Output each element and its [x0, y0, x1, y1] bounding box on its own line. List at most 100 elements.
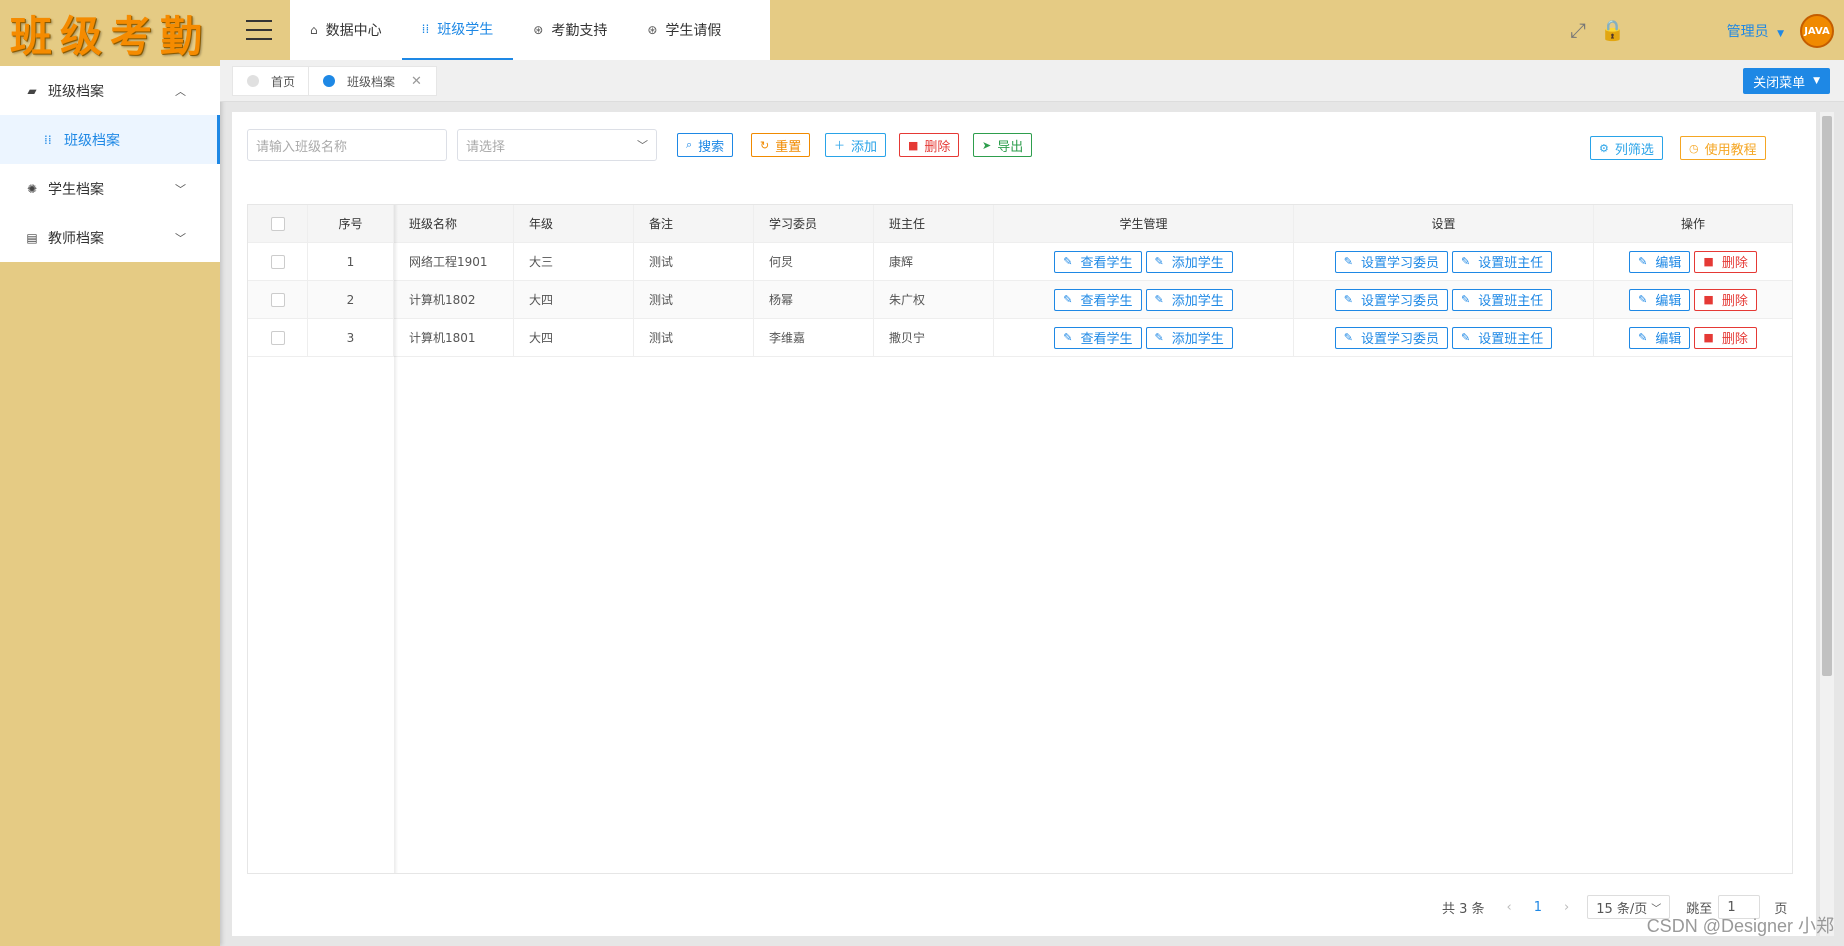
tag-class-archive[interactable]: 班级档案 ✕	[308, 66, 437, 96]
row-checkbox[interactable]	[270, 292, 285, 307]
search-icon: ⌕	[686, 138, 693, 151]
set-head-teacher-button[interactable]: ✎ 设置班主任	[1452, 288, 1553, 311]
cell-grade: 大四	[514, 319, 634, 356]
trash-icon: ■	[1703, 293, 1714, 306]
next-page-icon[interactable]: ›	[1564, 900, 1569, 915]
palette-icon: ✺	[26, 181, 38, 196]
button-label: 使用教程	[1704, 142, 1757, 158]
button-label: 重置	[775, 139, 802, 155]
delete-button[interactable]: ■ 删除	[899, 133, 960, 157]
button-label: 删除	[924, 139, 951, 155]
close-menu-button[interactable]: 关闭菜单 ▼	[1743, 68, 1830, 94]
table-header-row: 序号 班级名称 年级 备注 学习委员 班主任 学生管理 设置 操作	[248, 205, 1792, 243]
column-filter-button[interactable]: ⚙ 列筛选	[1590, 136, 1663, 160]
lock-icon[interactable]: 🔒	[1600, 18, 1625, 42]
caret-down-icon: ▼	[1813, 76, 1820, 86]
chevron-down-icon: ﹀	[175, 182, 186, 196]
tutorial-button[interactable]: ◷ 使用教程	[1680, 136, 1766, 160]
sidebar-item-class-archive[interactable]: ▰ 班级档案 ︿	[0, 66, 220, 115]
add-students-button[interactable]: ✎ 添加学生	[1145, 326, 1233, 349]
cell-settings: ✎ 设置学习委员 ✎ 设置班主任	[1294, 319, 1594, 356]
close-icon[interactable]: ✕	[411, 74, 422, 89]
set-study-rep-button[interactable]: ✎ 设置学习委员	[1334, 326, 1448, 349]
button-label: 添加学生	[1171, 294, 1224, 309]
set-head-teacher-button[interactable]: ✎ 设置班主任	[1452, 250, 1553, 273]
edit-icon: ✎	[1461, 255, 1471, 268]
tag-home[interactable]: 首页	[232, 66, 311, 96]
cell-settings: ✎ 设置学习委员 ✎ 设置班主任	[1294, 243, 1594, 280]
set-study-rep-button[interactable]: ✎ 设置学习委员	[1334, 250, 1448, 273]
main-scrollbar[interactable]	[1820, 112, 1834, 936]
cell-head-teacher: 撒贝宁	[874, 319, 994, 356]
cell-class-name: 网络工程1901	[394, 243, 514, 280]
main-panel: 请输入班级名称 请选择 ﹀ ⌕ 搜索 ↻ 重置 ＋ 添加 ■ 删除 ➤ 导出 ⚙…	[232, 112, 1816, 936]
scrollbar-thumb[interactable]	[1822, 116, 1832, 676]
view-students-button[interactable]: ✎ 查看学生	[1054, 250, 1142, 273]
edit-icon: ✎	[1638, 293, 1648, 306]
edit-button[interactable]: ✎ 编辑	[1629, 250, 1691, 273]
edit-icon: ✎	[1638, 255, 1648, 268]
button-label: 删除	[1721, 332, 1748, 347]
sidebar-subitem-class-archive[interactable]: ⁞⁞ 班级档案	[0, 115, 220, 164]
send-icon: ➤	[982, 138, 992, 152]
admin-dropdown[interactable]: 管理员 ▼	[1727, 21, 1784, 41]
prev-page-icon[interactable]: ‹	[1507, 900, 1512, 915]
tags-bar: 首页 班级档案 ✕ 关闭菜单 ▼	[220, 60, 1844, 102]
refresh-icon: ↻	[760, 138, 770, 152]
sidebar-item-teacher-archive[interactable]: ▤ 教师档案 ﹀	[0, 213, 220, 262]
edit-button[interactable]: ✎ 编辑	[1629, 288, 1691, 311]
set-study-rep-button[interactable]: ✎ 设置学习委员	[1334, 288, 1448, 311]
edit-button[interactable]: ✎ 编辑	[1629, 326, 1691, 349]
row-delete-button[interactable]: ■ 删除	[1694, 288, 1757, 311]
header-actions: 操作	[1680, 217, 1705, 231]
row-checkbox[interactable]	[270, 254, 285, 269]
row-checkbox[interactable]	[270, 330, 285, 345]
search-button[interactable]: ⌕ 搜索	[677, 133, 734, 157]
nav-student-leave[interactable]: ⊛ 学生请假	[627, 0, 741, 60]
caret-down-icon: ▼	[1777, 29, 1784, 39]
add-students-button[interactable]: ✎ 添加学生	[1145, 288, 1233, 311]
nav-class-students[interactable]: ⁞⁞ 班级学生	[401, 0, 514, 60]
nav-data-center[interactable]: ⌂ 数据中心	[290, 0, 402, 60]
tag-dot	[323, 75, 335, 87]
sidebar-item-label: 班级档案	[48, 83, 104, 100]
grade-select[interactable]: 请选择 ﹀	[457, 129, 657, 161]
avatar[interactable]: JAVA	[1800, 14, 1834, 48]
cell-index: 1	[308, 243, 394, 280]
button-label: 编辑	[1655, 294, 1682, 309]
reset-button[interactable]: ↻ 重置	[751, 133, 811, 157]
plus-icon: ＋	[834, 139, 845, 152]
add-students-button[interactable]: ✎ 添加学生	[1145, 250, 1233, 273]
fullscreen-icon[interactable]: ⤢	[1570, 18, 1586, 42]
set-head-teacher-button[interactable]: ✎ 设置班主任	[1452, 326, 1553, 349]
sidebar-item-student-archive[interactable]: ✺ 学生档案 ﹀	[0, 164, 220, 213]
page-number[interactable]: 1	[1534, 900, 1542, 915]
edit-icon: ✎	[1343, 293, 1353, 306]
row-delete-button[interactable]: ■ 删除	[1694, 250, 1757, 273]
header-study-rep: 学习委员	[754, 205, 874, 242]
add-button[interactable]: ＋ 添加	[825, 133, 887, 157]
button-label: 添加学生	[1171, 332, 1224, 347]
row-delete-button[interactable]: ■ 删除	[1694, 326, 1757, 349]
select-all-checkbox[interactable]	[270, 216, 285, 231]
row-checkbox-cell	[248, 243, 308, 280]
cell-grade: 大四	[514, 281, 634, 318]
export-button[interactable]: ➤ 导出	[973, 133, 1033, 157]
sidebar-menu: ▰ 班级档案 ︿ ⁞⁞ 班级档案 ✺ 学生档案 ﹀ ▤ 教师档案 ﹀	[0, 66, 220, 262]
button-label: 设置班主任	[1478, 256, 1544, 271]
edit-icon: ✎	[1063, 255, 1073, 268]
view-students-button[interactable]: ✎ 查看学生	[1054, 288, 1142, 311]
button-label: 删除	[1721, 294, 1748, 309]
edit-icon: ✎	[1154, 255, 1164, 268]
row-checkbox-cell	[248, 319, 308, 356]
view-students-button[interactable]: ✎ 查看学生	[1054, 326, 1142, 349]
hamburger-menu-icon[interactable]	[246, 20, 272, 40]
nav-attendance-support[interactable]: ⊛ 考勤支持	[513, 0, 627, 60]
cell-class-name: 计算机1802	[394, 281, 514, 318]
chevron-down-icon: ﹀	[175, 231, 186, 245]
cell-actions: ✎ 编辑 ■ 删除	[1594, 243, 1792, 280]
class-name-input[interactable]: 请输入班级名称	[247, 129, 447, 161]
edit-icon: ✎	[1461, 331, 1471, 344]
select-placeholder: 请选择	[466, 139, 506, 155]
admin-label: 管理员	[1726, 24, 1769, 40]
